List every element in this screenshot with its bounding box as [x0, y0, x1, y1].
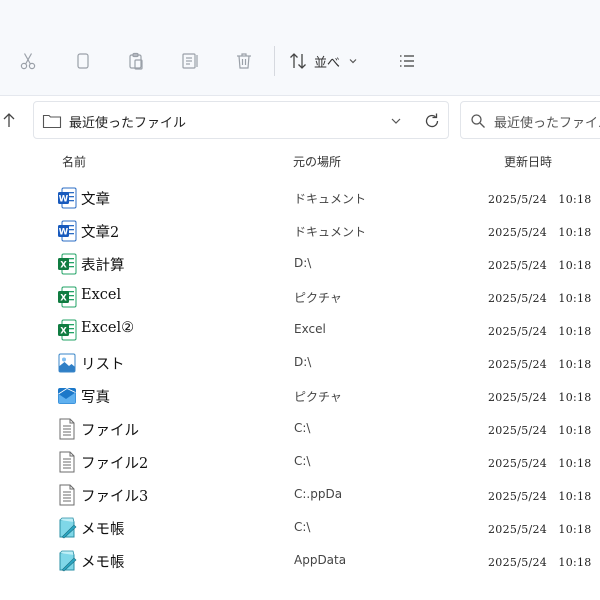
search-placeholder: 最近使ったファイル	[494, 116, 600, 131]
file-modified-date: 2025/5/24 10:18	[488, 259, 592, 272]
up-button[interactable]	[0, 108, 18, 132]
file-modified-date: 2025/5/24 10:18	[488, 325, 592, 338]
scissors-icon	[20, 53, 36, 70]
search-box[interactable]: 最近使ったファイル	[460, 101, 600, 139]
file-explorer-window: 並べ 最近使ったファイル 最近使ったファイル 名前 元の場所 更新日時 W 文章…	[0, 0, 600, 600]
file-location: ドキュメント	[294, 192, 367, 206]
file-location: AppData	[294, 553, 347, 567]
file-name: ファイル2	[81, 456, 149, 472]
folder-icon	[42, 114, 62, 129]
file-name: メモ帳	[81, 555, 125, 571]
file-location: D:\	[294, 355, 312, 369]
delete-button[interactable]	[227, 44, 261, 78]
file-location: C:\	[294, 520, 311, 534]
file-row[interactable]: メモ帳 AppData 2025/5/24 10:18	[0, 544, 600, 577]
paste-icon	[129, 52, 143, 70]
word-icon: W	[57, 187, 77, 209]
svg-text:W: W	[59, 227, 69, 237]
address-bar[interactable]: 最近使ったファイル	[33, 101, 449, 139]
sort-button[interactable]: 並べ	[288, 46, 358, 76]
text-file-icon	[57, 451, 77, 473]
refresh-icon[interactable]	[422, 111, 442, 131]
search-icon	[471, 114, 485, 128]
file-name: Excel	[81, 287, 122, 303]
file-name: リスト	[81, 357, 125, 373]
file-name: 写真	[81, 390, 110, 406]
toolbar-divider	[274, 46, 275, 76]
file-location: ドキュメント	[294, 225, 367, 239]
file-name: 文章	[81, 192, 110, 208]
rename-icon	[182, 53, 198, 69]
cut-button[interactable]	[11, 44, 45, 78]
file-row[interactable]: ファイル C:\ 2025/5/24 10:18	[0, 412, 600, 445]
file-row[interactable]: ファイル3 C:.ppDa 2025/5/24 10:18	[0, 478, 600, 511]
trash-icon	[237, 53, 251, 69]
file-location: D:\	[294, 256, 312, 270]
file-name: 表計算	[81, 258, 125, 274]
file-location: ピクチャ	[294, 390, 342, 404]
file-modified-date: 2025/5/24 10:18	[488, 358, 592, 371]
rename-button[interactable]	[173, 44, 207, 78]
arrow-up-icon	[3, 113, 15, 127]
svg-text:X: X	[60, 260, 67, 270]
address-path: 最近使ったファイル	[69, 116, 187, 131]
file-name: ファイル3	[81, 489, 149, 505]
file-row[interactable]: メモ帳 C:\ 2025/5/24 10:18	[0, 511, 600, 544]
text-file-icon	[57, 484, 77, 506]
file-row[interactable]: X Excel② Excel 2025/5/24 10:18	[0, 313, 600, 346]
file-location: ピクチャ	[294, 291, 342, 305]
svg-text:W: W	[59, 194, 69, 204]
file-name: メモ帳	[81, 522, 125, 538]
photo-icon	[57, 385, 77, 407]
file-modified-date: 2025/5/24 10:18	[488, 490, 592, 503]
file-modified-date: 2025/5/24 10:18	[488, 424, 592, 437]
file-name: ファイル	[81, 423, 139, 439]
file-row[interactable]: X Excel ピクチャ 2025/5/24 10:18	[0, 280, 600, 313]
column-header-date[interactable]: 更新日時	[504, 153, 552, 170]
notepad-icon	[57, 517, 77, 539]
excel-icon: X	[57, 253, 77, 275]
file-row[interactable]: W 文章2 ドキュメント 2025/5/24 10:18	[0, 214, 600, 247]
file-modified-date: 2025/5/24 10:18	[488, 523, 592, 536]
command-bar: 並べ	[0, 0, 600, 96]
file-modified-date: 2025/5/24 10:18	[488, 193, 592, 206]
file-row[interactable]: W 文章 ドキュメント 2025/5/24 10:18	[0, 181, 600, 214]
file-modified-date: 2025/5/24 10:18	[488, 292, 592, 305]
column-header-location[interactable]: 元の場所	[293, 153, 341, 170]
chevron-down-icon[interactable]	[389, 115, 403, 127]
word-icon: W	[57, 220, 77, 242]
svg-text:X: X	[60, 293, 67, 303]
paste-button[interactable]	[119, 44, 153, 78]
chevron-down-icon	[349, 59, 357, 64]
excel-icon: X	[57, 319, 77, 341]
file-location: Excel	[294, 322, 326, 336]
file-name: 文章2	[81, 225, 120, 241]
column-header-name[interactable]: 名前	[62, 153, 86, 170]
file-modified-date: 2025/5/24 10:18	[488, 226, 592, 239]
image-icon	[57, 352, 77, 374]
file-modified-date: 2025/5/24 10:18	[488, 391, 592, 404]
file-modified-date: 2025/5/24 10:18	[488, 457, 592, 470]
sort-label: 並べ	[314, 55, 341, 71]
file-location: C:\	[294, 454, 311, 468]
sort-arrows-icon	[290, 53, 306, 69]
text-file-icon	[57, 418, 77, 440]
copy-button[interactable]	[66, 44, 100, 78]
notepad-icon	[57, 550, 77, 572]
file-row[interactable]: リスト D:\ 2025/5/24 10:18	[0, 346, 600, 379]
file-row[interactable]: X 表計算 D:\ 2025/5/24 10:18	[0, 247, 600, 280]
file-row[interactable]: ファイル2 C:\ 2025/5/24 10:18	[0, 445, 600, 478]
file-row[interactable]: 写真 ピクチャ 2025/5/24 10:18	[0, 379, 600, 412]
file-location: C:.ppDa	[294, 487, 343, 501]
svg-text:X: X	[60, 326, 67, 336]
file-location: C:\	[294, 421, 311, 435]
file-name: Excel②	[81, 320, 135, 336]
file-modified-date: 2025/5/24 10:18	[488, 556, 592, 569]
list-view-icon	[400, 55, 414, 67]
excel-icon: X	[57, 286, 77, 308]
view-button[interactable]	[390, 44, 424, 78]
copy-icon	[77, 53, 89, 69]
